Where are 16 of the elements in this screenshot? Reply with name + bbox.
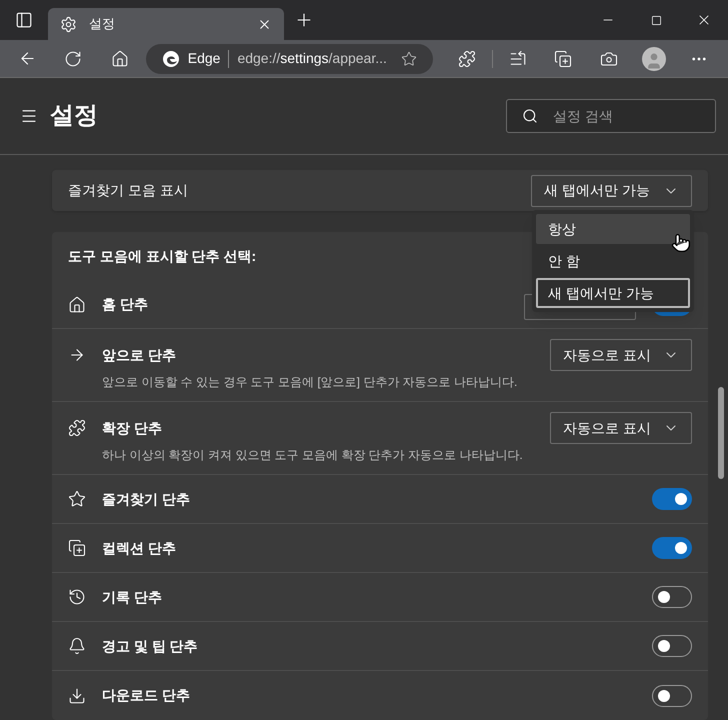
- setting-label: 컬렉션 단추: [102, 538, 177, 558]
- site-label: Edge: [188, 49, 220, 68]
- setting-label: 확장 단추: [102, 418, 163, 438]
- setting-label: 경고 및 팁 단추: [102, 636, 199, 656]
- setting-description: 하나 이상의 확장이 켜져 있으면 도구 모음에 확장 단추가 자동으로 나타납니다.: [102, 447, 524, 464]
- setting-label: 홈 단추: [102, 295, 149, 314]
- setting-label: 다운로드 단추: [102, 686, 191, 705]
- tab-title: 설정: [89, 15, 116, 34]
- setting-label: 기록 단추: [102, 588, 163, 606]
- setting-description: 앞으로 이동할 수 있는 경우 도구 모음에 [앞으로] 단추가 자동으로 나타납니다.: [102, 374, 518, 391]
- page-title: 설정: [50, 101, 98, 131]
- setting-label: 앞으로 단추: [102, 346, 177, 364]
- setting-label: 즐겨찾기 단추: [102, 490, 191, 508]
- url-text: edge://settings/appear...: [237, 49, 388, 68]
- setting-label: 즐겨찾기 모음 표시: [68, 181, 188, 200]
- section-heading: 도구 모음에 표시할 단추 선택:: [68, 247, 256, 266]
